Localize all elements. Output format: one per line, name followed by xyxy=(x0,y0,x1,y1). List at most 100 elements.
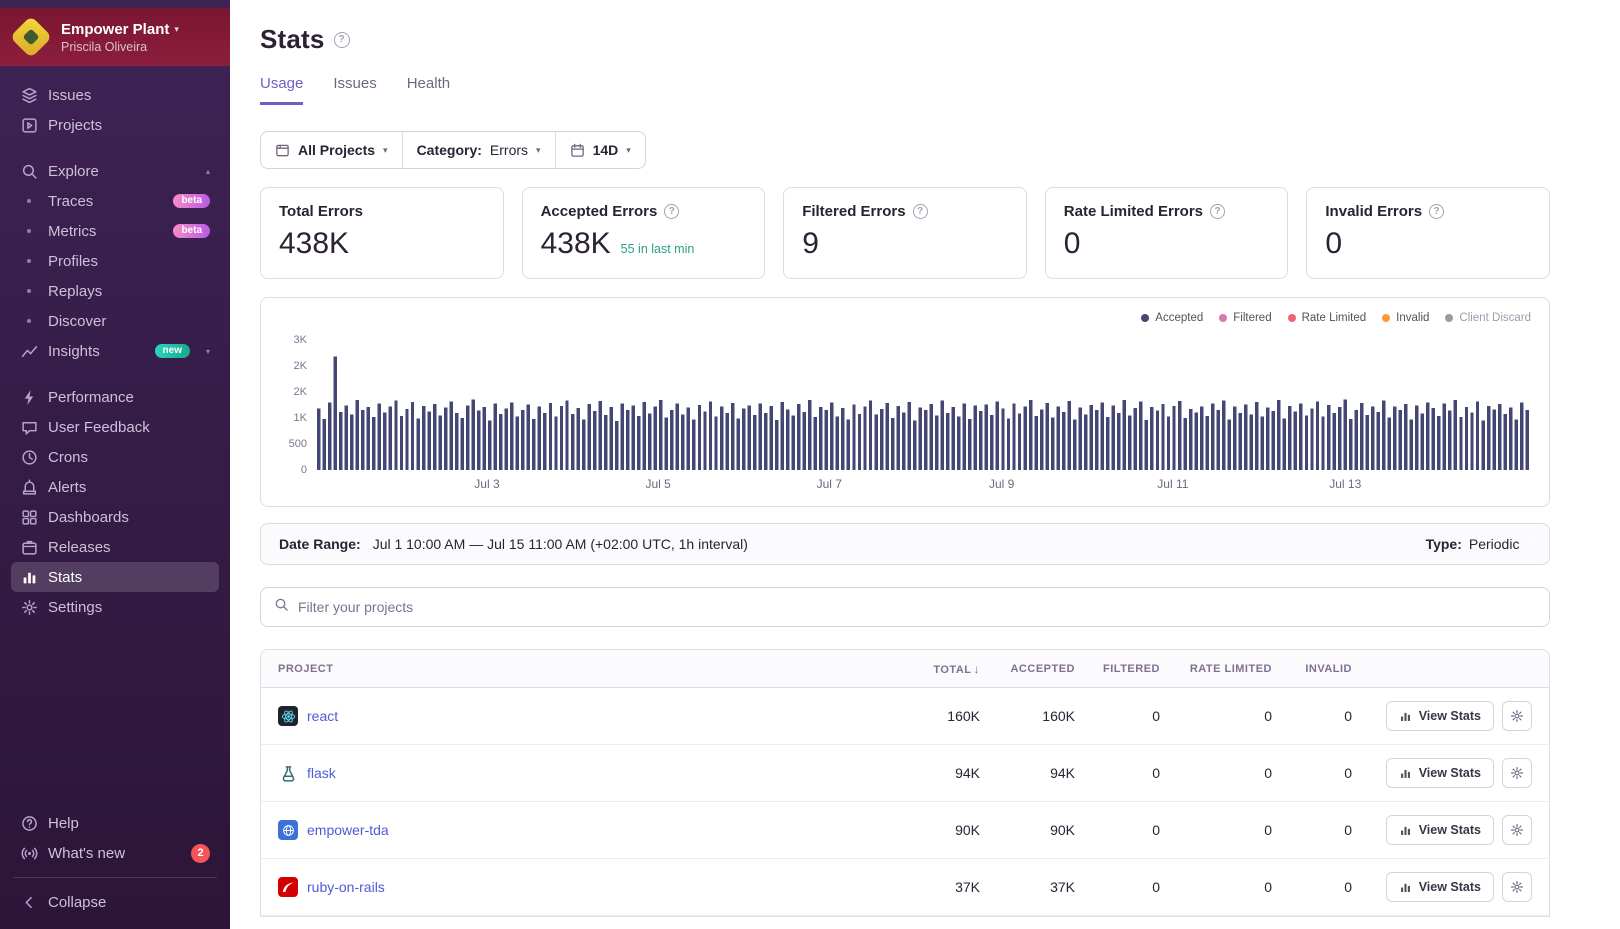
bullet-icon xyxy=(20,199,38,203)
x-tick-label: Jul 9 xyxy=(989,477,1014,491)
app-root: Empower Plant ▾ Priscila Oliveira Issues… xyxy=(0,0,1620,929)
project-settings-button[interactable] xyxy=(1502,815,1532,845)
project-filter-label: All Projects xyxy=(298,142,375,158)
sidebar-footer: HelpWhat's new2 Collapse xyxy=(0,808,230,929)
legend-label: Client Discard xyxy=(1459,312,1531,324)
category-label: Category: xyxy=(417,142,482,158)
project-settings-button[interactable] xyxy=(1502,872,1532,902)
column-header-filtered[interactable]: FILTERED xyxy=(1075,663,1160,675)
sidebar-item-settings[interactable]: Settings xyxy=(11,592,219,622)
react-platform-icon xyxy=(278,706,298,726)
stat-card-title: Invalid Errors xyxy=(1325,203,1422,220)
help-icon[interactable]: ? xyxy=(664,204,679,219)
column-header-invalid[interactable]: INVALID xyxy=(1272,663,1352,675)
sidebar-item-traces[interactable]: Tracesbeta xyxy=(11,186,219,216)
legend-label: Rate Limited xyxy=(1302,312,1367,324)
date-period-dropdown[interactable]: 14D ▾ xyxy=(555,132,645,168)
project-link[interactable]: ruby-on-rails xyxy=(307,879,385,895)
type-dropdown[interactable]: Type: Periodic ▾ xyxy=(1426,536,1531,552)
view-stats-button[interactable]: View Stats xyxy=(1386,758,1494,788)
search-input[interactable] xyxy=(298,599,1536,615)
cell-rate-limited: 0 xyxy=(1160,822,1272,838)
cell-filtered: 0 xyxy=(1075,822,1160,838)
sidebar-item-profiles[interactable]: Profiles xyxy=(11,246,219,276)
insights-icon xyxy=(20,343,38,360)
tab-usage[interactable]: Usage xyxy=(260,75,303,105)
view-stats-button[interactable]: View Stats xyxy=(1386,815,1494,845)
flask-platform-icon xyxy=(278,763,298,783)
project-link[interactable]: react xyxy=(307,708,338,724)
chart-body: 3K2K2K1K5000 xyxy=(279,340,1531,470)
project-settings-button[interactable] xyxy=(1502,701,1532,731)
sidebar-item-help[interactable]: Help xyxy=(11,808,219,838)
tab-health[interactable]: Health xyxy=(407,75,450,105)
org-switcher[interactable]: Empower Plant ▾ Priscila Oliveira xyxy=(0,8,230,66)
dashboards-icon xyxy=(20,509,38,526)
column-header-accepted[interactable]: ACCEPTED xyxy=(980,663,1075,675)
cell-filtered: 0 xyxy=(1075,879,1160,895)
column-header-rate-limited[interactable]: RATE LIMITED xyxy=(1160,663,1272,675)
page-title-row: Stats ? xyxy=(260,24,1550,55)
releases-icon xyxy=(20,539,38,556)
cell-rate-limited: 0 xyxy=(1160,708,1272,724)
sidebar-item-performance[interactable]: Performance xyxy=(11,382,219,412)
sidebar-item-label: Releases xyxy=(48,539,111,556)
project-link[interactable]: empower-tda xyxy=(307,822,389,838)
sidebar-item-crons[interactable]: Crons xyxy=(11,442,219,472)
sidebar-item-issues[interactable]: Issues xyxy=(11,80,219,110)
legend-item-accepted[interactable]: Accepted xyxy=(1141,312,1203,324)
stat-card-total-errors: Total Errors438K xyxy=(260,187,504,279)
legend-item-client-discard[interactable]: Client Discard xyxy=(1445,312,1531,324)
legend-dot xyxy=(1219,314,1227,322)
cell-invalid: 0 xyxy=(1272,822,1352,838)
bullet-icon xyxy=(20,259,38,263)
legend-item-rate-limited[interactable]: Rate Limited xyxy=(1288,312,1367,324)
sidebar-item-projects[interactable]: Projects xyxy=(11,110,219,140)
table-body: react160K160K000View Statsflask94K94K000… xyxy=(261,688,1549,916)
sidebar-item-metrics[interactable]: Metricsbeta xyxy=(11,216,219,246)
sidebar-item-what-s-new[interactable]: What's new2 xyxy=(11,838,219,868)
stat-card-filtered-errors: Filtered Errors?9 xyxy=(783,187,1027,279)
sidebar-item-replays[interactable]: Replays xyxy=(11,276,219,306)
page-help-icon[interactable]: ? xyxy=(334,32,350,48)
bar-chart-icon xyxy=(1399,767,1412,780)
help-icon[interactable]: ? xyxy=(913,204,928,219)
y-tick-label: 500 xyxy=(289,438,307,450)
category-filter-dropdown[interactable]: Category: Errors ▾ xyxy=(402,132,555,168)
sidebar-item-stats[interactable]: Stats xyxy=(11,562,219,592)
project-link[interactable]: flask xyxy=(307,765,336,781)
legend-label: Accepted xyxy=(1155,312,1203,324)
chart-x-axis: Jul 3Jul 5Jul 7Jul 9Jul 11Jul 13 xyxy=(317,470,1531,494)
sidebar-item-dashboards[interactable]: Dashboards xyxy=(11,502,219,532)
usage-chart-card: Accepted Filtered Rate Limited Invalid Clien… xyxy=(260,297,1550,507)
sidebar-item-label: Explore xyxy=(48,163,99,180)
cell-total: 94K xyxy=(880,765,980,781)
page-title: Stats xyxy=(260,24,325,55)
legend-item-filtered[interactable]: Filtered xyxy=(1219,312,1271,324)
project-settings-button[interactable] xyxy=(1502,758,1532,788)
help-icon[interactable]: ? xyxy=(1210,204,1225,219)
legend-item-invalid[interactable]: Invalid xyxy=(1382,312,1429,324)
chevron-down-icon: ▾ xyxy=(174,24,179,35)
tab-issues[interactable]: Issues xyxy=(333,75,376,105)
help-icon[interactable]: ? xyxy=(1429,204,1444,219)
column-header-project[interactable]: PROJECT xyxy=(278,663,880,675)
sidebar: Empower Plant ▾ Priscila Oliveira Issues… xyxy=(0,0,230,929)
project-filter-dropdown[interactable]: All Projects ▾ xyxy=(261,132,402,168)
sidebar-item-alerts[interactable]: Alerts xyxy=(11,472,219,502)
projects-table: PROJECTTOTAL↓ACCEPTEDFILTEREDRATE LIMITE… xyxy=(260,649,1550,917)
view-stats-button[interactable]: View Stats xyxy=(1386,872,1494,902)
sidebar-item-user-feedback[interactable]: User Feedback xyxy=(11,412,219,442)
sidebar-item-releases[interactable]: Releases xyxy=(11,532,219,562)
org-name: Empower Plant xyxy=(61,21,169,38)
sidebar-item-discover[interactable]: Discover xyxy=(11,306,219,336)
sidebar-item-insights[interactable]: Insightsnew▾ xyxy=(11,336,219,366)
legend-dot xyxy=(1141,314,1149,322)
column-header-total[interactable]: TOTAL↓ xyxy=(880,662,980,676)
sidebar-item-collapse[interactable]: Collapse xyxy=(11,887,219,917)
cell-total: 160K xyxy=(880,708,980,724)
tab-bar: Usage Issues Health xyxy=(260,75,1550,105)
sidebar-item-explore[interactable]: Explore▴ xyxy=(11,156,219,186)
view-stats-button[interactable]: View Stats xyxy=(1386,701,1494,731)
stat-card-value: 438K xyxy=(541,227,611,261)
